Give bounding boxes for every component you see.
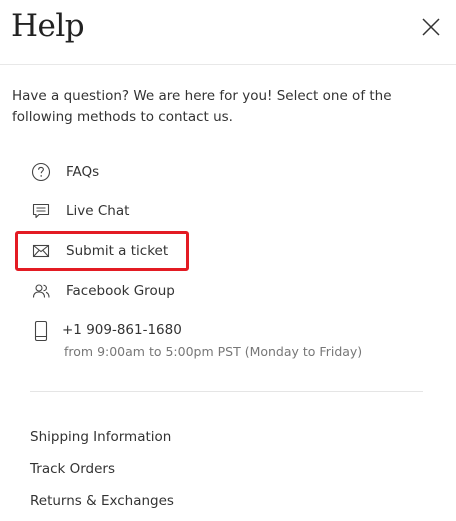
phone-number[interactable]: +1 909-861-1680 — [62, 322, 182, 338]
phone-hours: from 9:00am to 5:00pm PST (Monday to Fri… — [64, 344, 363, 359]
help-panel: Help Have a question? We are here for yo… — [0, 0, 456, 521]
question-circle-icon — [30, 161, 52, 183]
envelope-icon — [30, 240, 52, 262]
page-title: Help — [11, 8, 85, 44]
intro-text: Have a question? We are here for you! Se… — [12, 88, 392, 125]
shipping-information-link[interactable]: Shipping Information — [30, 429, 171, 445]
group-icon — [30, 280, 52, 302]
track-orders-link[interactable]: Track Orders — [30, 461, 115, 477]
close-icon — [422, 18, 440, 36]
phone-icon — [30, 320, 52, 342]
facebook-group-link[interactable]: Facebook Group — [30, 279, 175, 303]
submit-ticket-label: Submit a ticket — [66, 243, 169, 259]
phone-link[interactable] — [30, 319, 52, 343]
live-chat-label: Live Chat — [66, 203, 130, 219]
facebook-group-label: Facebook Group — [66, 283, 175, 299]
close-button[interactable] — [420, 16, 442, 38]
divider — [30, 391, 423, 392]
chat-icon — [30, 200, 52, 222]
faqs-link[interactable]: FAQs — [30, 160, 99, 184]
live-chat-link[interactable]: Live Chat — [30, 199, 129, 223]
faqs-label: FAQs — [66, 164, 100, 180]
help-header: Help — [0, 0, 456, 65]
submit-ticket-link[interactable]: Submit a ticket — [30, 239, 168, 263]
returns-exchanges-link[interactable]: Returns & Exchanges — [30, 493, 174, 509]
